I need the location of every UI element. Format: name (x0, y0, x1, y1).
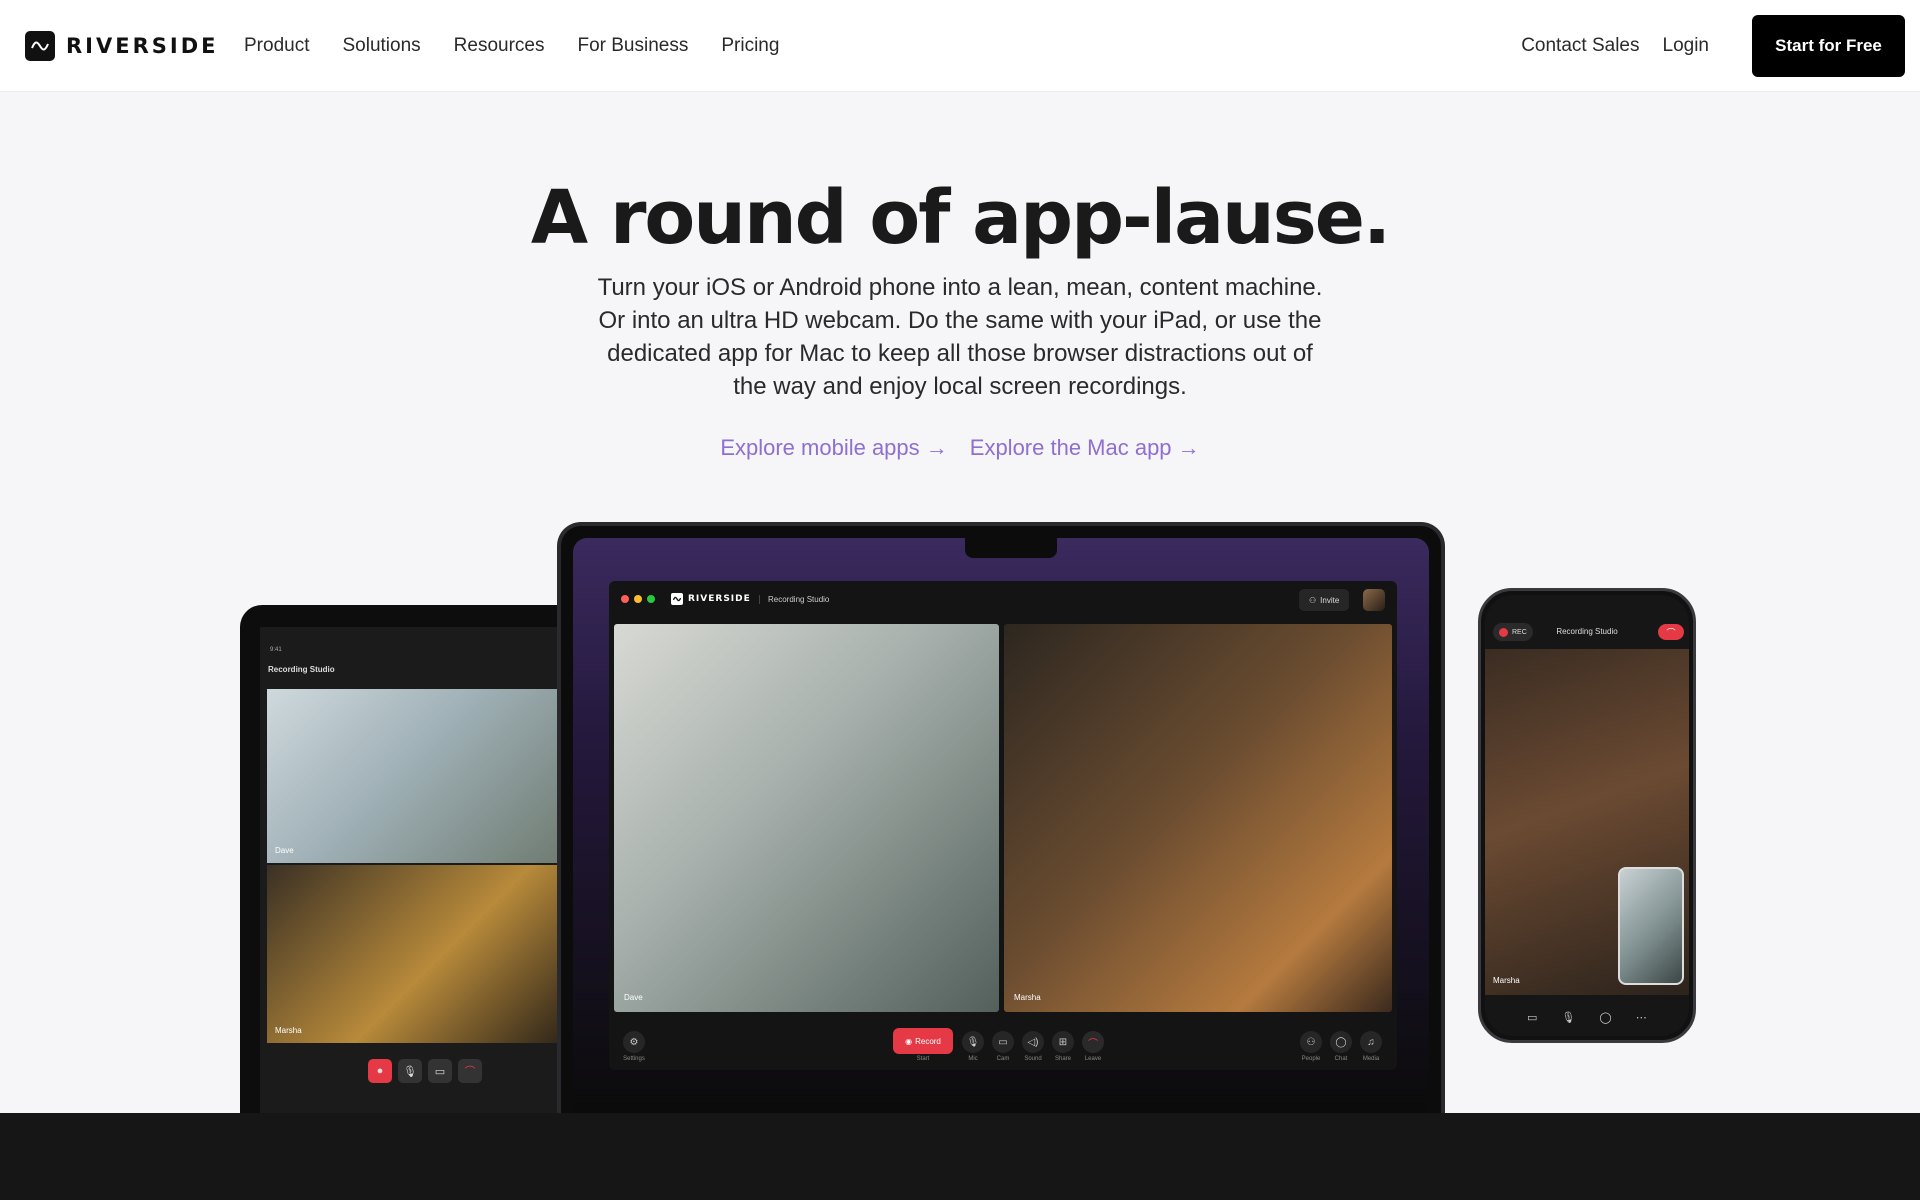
phone-mockup: Marsha REC Recording Studio ⌒ ▭ 🎙 ◯ ⋯ (1478, 588, 1696, 1043)
people-icon[interactable]: ⚇ (1300, 1031, 1322, 1053)
laptop-screen: RIVERSIDE Recording Studio ⚇ Invite Dave… (573, 538, 1429, 1114)
speaker-icon[interactable]: ◁) (1022, 1031, 1044, 1053)
music-note-icon[interactable]: ♫ (1360, 1031, 1382, 1053)
app-logo: RIVERSIDE (671, 593, 751, 605)
mic-icon[interactable]: 🎙 (1561, 1011, 1575, 1024)
camera-icon[interactable]: ▭ (1527, 1011, 1537, 1024)
tablet-guest-label: Marsha (275, 1026, 302, 1035)
maximize-icon[interactable] (647, 595, 655, 603)
settings-label: Settings (623, 1056, 645, 1062)
guest-name-label: Marsha (1014, 993, 1041, 1002)
chat-icon[interactable]: ◯ (1330, 1031, 1352, 1053)
nav-product[interactable]: Product (244, 35, 309, 57)
tablet-video-dave: Dave (267, 689, 570, 863)
start-for-free-button[interactable]: Start for Free (1752, 15, 1905, 77)
share-label: Share (1054, 1056, 1071, 1062)
tablet-studio-title: Recording Studio (268, 665, 335, 674)
sound-label: Sound (1024, 1056, 1042, 1062)
nav-resources[interactable]: Resources (454, 35, 545, 57)
app-studio-title: Recording Studio (759, 595, 829, 604)
mic-icon[interactable]: 🎙 (962, 1031, 984, 1053)
record-button[interactable]: ◉ Record (893, 1028, 953, 1054)
nav-pricing[interactable]: Pricing (721, 35, 779, 57)
more-icon[interactable]: ⋯ (1636, 1011, 1647, 1024)
picture-in-picture-dave[interactable] (1618, 867, 1684, 985)
record-dot-icon: ◉ (905, 1036, 913, 1046)
phone-controls: ▭ 🎙 ◯ ⋯ (1527, 1011, 1647, 1024)
mic-label: Mic (968, 1056, 978, 1062)
main-menu: Product Solutions Resources For Business… (244, 0, 812, 92)
minimize-icon[interactable] (634, 595, 642, 603)
leave-label: Leave (1084, 1056, 1102, 1062)
add-user-icon: ⚇ (1309, 595, 1317, 605)
chat-label: Chat (1334, 1056, 1348, 1062)
riverside-logo[interactable]: RIVERSIDE (25, 31, 218, 61)
login-link[interactable]: Login (1663, 35, 1710, 57)
nav-for-business[interactable]: For Business (577, 35, 688, 57)
cam-label: Cam (996, 1056, 1010, 1062)
camera-notch (965, 538, 1057, 558)
brand-name: RIVERSIDE (66, 34, 219, 58)
video-tile-marsha: Marsha (1004, 624, 1392, 1012)
contact-sales-link[interactable]: Contact Sales (1521, 35, 1639, 57)
hang-up-icon[interactable]: ⌒ (1082, 1031, 1104, 1053)
chat-icon[interactable]: ◯ (1599, 1011, 1611, 1024)
hang-up-icon[interactable]: ⌒ (458, 1059, 482, 1083)
invite-label: Invite (1320, 595, 1340, 605)
camera-icon[interactable]: ▭ (428, 1059, 452, 1083)
avatar[interactable] (1363, 589, 1385, 611)
top-nav: RIVERSIDE Product Solutions Resources Fo… (0, 0, 1920, 92)
waveform-icon (671, 593, 683, 605)
app-brand-name: RIVERSIDE (688, 594, 751, 604)
gear-icon[interactable]: ⚙ (623, 1031, 645, 1053)
dark-section-band (0, 1113, 1920, 1200)
nav-solutions[interactable]: Solutions (342, 35, 420, 57)
record-icon[interactable]: ● (368, 1059, 392, 1083)
video-tile-dave: Dave (614, 624, 999, 1012)
record-label: Record (915, 1036, 941, 1046)
hero-title: A round of app-lause. (530, 175, 1391, 261)
phone-screen: Marsha REC Recording Studio ⌒ ▭ 🎙 ◯ ⋯ (1485, 595, 1689, 1036)
control-bar: ⚙ Settings ◉ Record Start 🎙 Mic ▭ Cam ◁)… (609, 1021, 1397, 1070)
tablet-video-marsha: Marsha (267, 865, 570, 1043)
hero-links: Explore mobile apps → Explore the Mac ap… (0, 435, 1920, 461)
explore-mac-app-link[interactable]: Explore the Mac app → (970, 435, 1200, 461)
window-controls (621, 595, 655, 603)
laptop-mockup: RIVERSIDE Recording Studio ⚇ Invite Dave… (557, 522, 1445, 1114)
waveform-icon (25, 31, 55, 61)
studio-app-window: RIVERSIDE Recording Studio ⚇ Invite Dave… (609, 581, 1397, 1070)
camera-icon[interactable]: ▭ (992, 1031, 1014, 1053)
tablet-mockup: 9:41 Recording Studio Dave Marsha ● 🎙 ▭ … (240, 605, 570, 1115)
tablet-time: 9:41 (270, 647, 282, 653)
mic-icon[interactable]: 🎙 (398, 1059, 422, 1083)
share-screen-icon[interactable]: ⊞ (1052, 1031, 1074, 1053)
explore-mobile-apps-link[interactable]: Explore mobile apps → (720, 435, 947, 461)
phone-guest-label: Marsha (1493, 976, 1520, 985)
hero-subtitle: Turn your iOS or Android phone into a le… (597, 274, 1323, 400)
nav-actions: Contact Sales Login Start for Free (1521, 0, 1905, 92)
invite-button[interactable]: ⚇ Invite (1299, 589, 1350, 611)
hang-up-icon[interactable]: ⌒ (1658, 624, 1684, 640)
tablet-guest-label: Dave (275, 846, 294, 855)
tablet-screen: 9:41 Recording Studio Dave Marsha ● 🎙 ▭ … (260, 627, 570, 1115)
tablet-controls: ● 🎙 ▭ ⌒ (368, 1059, 482, 1083)
close-icon[interactable] (621, 595, 629, 603)
people-label: People (1301, 1056, 1321, 1062)
start-label: Start (916, 1056, 930, 1062)
guest-name-label: Dave (624, 993, 643, 1002)
media-label: Media (1362, 1056, 1380, 1062)
